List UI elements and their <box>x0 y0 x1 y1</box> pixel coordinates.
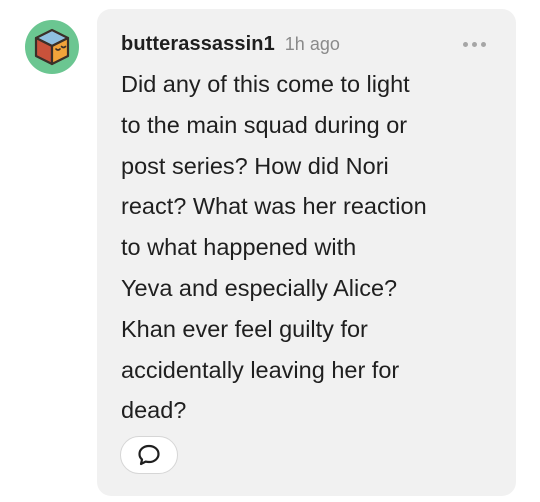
comment-body-line: Khan ever feel guilty for <box>121 315 368 342</box>
cube-face-icon <box>34 28 70 66</box>
speech-bubble-icon <box>138 444 160 466</box>
username-link[interactable]: butterassassin1 <box>121 33 275 56</box>
timestamp[interactable]: 1h ago <box>285 34 340 55</box>
comment: butterassassin1 1h ago Did any of this c… <box>0 0 540 502</box>
comment-bubble: butterassassin1 1h ago Did any of this c… <box>97 9 516 496</box>
comment-header: butterassassin1 1h ago <box>121 33 340 56</box>
comment-body-line: Did any of this come to light <box>121 71 410 97</box>
comment-body-line: post series? How did Nori <box>121 152 389 179</box>
avatar[interactable] <box>25 20 79 74</box>
more-dots-icon <box>481 42 486 47</box>
comment-body-line: Yeva and especially Alice? <box>121 274 398 301</box>
reply-button[interactable] <box>120 436 178 474</box>
more-dots-icon <box>463 42 468 47</box>
comment-body-line: to the main squad during or <box>121 111 408 138</box>
more-dots-icon <box>472 42 477 47</box>
comment-body-line: react? What was her reaction <box>121 193 427 220</box>
comment-body: Did any of this come to light to the mai… <box>121 64 491 431</box>
comment-body-line: accidentally leaving her for <box>121 356 400 383</box>
comment-body-line: dead? <box>121 397 187 424</box>
more-options-button[interactable] <box>463 42 486 47</box>
comment-body-line: to what happened with <box>121 234 357 261</box>
